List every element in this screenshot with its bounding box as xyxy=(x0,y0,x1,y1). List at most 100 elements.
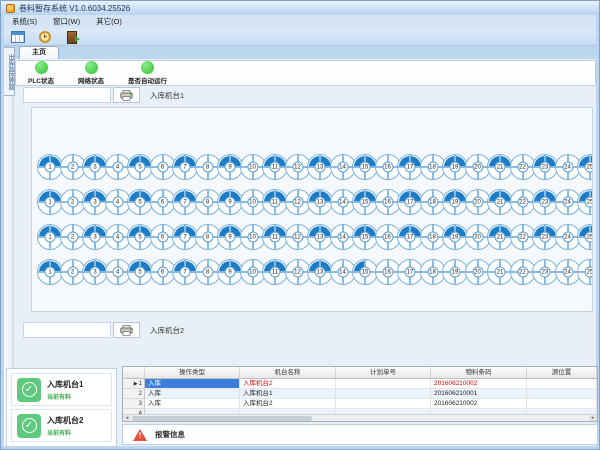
table-row[interactable]: ▶1入库入库机台2201606210002 xyxy=(123,379,597,389)
reel-number: 19 xyxy=(450,232,461,243)
scroll-right-icon[interactable]: ▸ xyxy=(589,415,597,422)
machine-card-texts: 入库机台1当前有料 xyxy=(47,379,83,401)
printer-button-machine1[interactable] xyxy=(113,87,140,103)
reel-number: 23 xyxy=(540,197,551,208)
table-icon[interactable] xyxy=(8,30,28,45)
reel-number: 2 xyxy=(67,162,78,173)
reel-number: 9 xyxy=(225,197,236,208)
status-dot-icon xyxy=(141,61,154,74)
reel-number: 14 xyxy=(337,197,348,208)
reel-number: 25 xyxy=(585,232,594,243)
reel-number: 18 xyxy=(427,197,438,208)
reel-number: 22 xyxy=(517,197,528,208)
reel-number: 11 xyxy=(270,162,281,173)
clock-icon[interactable] xyxy=(35,30,55,45)
reel-number: 12 xyxy=(292,162,303,173)
alarm-label: 报警信息 xyxy=(155,429,185,440)
reel-number: 3 xyxy=(90,162,101,173)
check-glyph: ✓ xyxy=(22,382,37,397)
reel-number: 24 xyxy=(562,232,573,243)
reel-slot-25: 25 xyxy=(577,189,593,215)
table-column-header: 机台名称 xyxy=(240,367,336,378)
reel-number: 13 xyxy=(315,197,326,208)
reel-number: 16 xyxy=(382,232,393,243)
machine-status-cards-panel: ✓ 入库机台1当前有料 ✓ 入库机台2当前有料 xyxy=(6,368,117,447)
check-icon: ✓ xyxy=(17,378,41,402)
scroll-left-icon[interactable]: ◂ xyxy=(123,415,131,422)
table-row[interactable]: 3入库入库机台2201606210002 xyxy=(123,399,597,409)
reel-number: 15 xyxy=(360,267,371,278)
side-vertical-tab[interactable]: 出库监控界面 xyxy=(4,47,15,96)
reel-number: 25 xyxy=(585,162,594,173)
reel-number: 21 xyxy=(495,232,506,243)
reel-number: 7 xyxy=(180,197,191,208)
machine-card-texts: 入库机台2当前有料 xyxy=(47,415,83,437)
machine1-reels-panel: 1234567891011121314151617181920212223242… xyxy=(31,107,593,312)
status-dot-icon xyxy=(35,61,48,74)
reel-number: 18 xyxy=(427,162,438,173)
current-row-arrow-icon: ▶ xyxy=(134,381,138,387)
reel-number: 5 xyxy=(135,197,146,208)
table-row[interactable]: 2入库入库机台1201606210001 xyxy=(123,389,597,399)
menu-item-2[interactable]: 窗口(W) xyxy=(45,15,88,29)
reel-number: 4 xyxy=(112,232,123,243)
tab-home[interactable]: 主页 xyxy=(19,46,59,59)
reel-number: 1 xyxy=(45,232,56,243)
reel-number: 14 xyxy=(337,162,348,173)
reel-number: 5 xyxy=(135,232,146,243)
reel-number: 3 xyxy=(90,197,101,208)
status-label: 是否自动运行 xyxy=(128,75,167,85)
reel-number: 4 xyxy=(112,267,123,278)
table-corner-header xyxy=(123,367,145,378)
table-cell: 入库机台2 xyxy=(240,379,336,389)
reel-number: 1 xyxy=(45,197,56,208)
reel-number: 10 xyxy=(247,232,258,243)
reel-number: 24 xyxy=(562,197,573,208)
reel-number: 5 xyxy=(135,162,146,173)
reel-number: 22 xyxy=(517,162,528,173)
reel-number: 21 xyxy=(495,197,506,208)
reel-number: 2 xyxy=(67,197,78,208)
door-icon-glyph xyxy=(67,31,77,44)
reel-number: 1 xyxy=(45,267,56,278)
reel-number: 1 xyxy=(45,162,56,173)
reel-number: 3 xyxy=(90,232,101,243)
reel-number: 6 xyxy=(157,267,168,278)
reel-number: 17 xyxy=(405,162,416,173)
reel-number: 5 xyxy=(135,267,146,278)
scrollbar-thumb[interactable] xyxy=(132,416,312,421)
reel-number: 10 xyxy=(247,197,258,208)
reel-number: 19 xyxy=(450,197,461,208)
row-header: ▶1 xyxy=(123,379,145,389)
printer-button-machine2[interactable] xyxy=(113,322,140,338)
app-window: 卷料暂存系统 V1.0.6034.25526 系统(S)窗口(W)其它(O) 主… xyxy=(0,0,600,450)
reel-number: 6 xyxy=(157,232,168,243)
machine-card-1[interactable]: ✓ 入库机台1当前有料 xyxy=(11,373,112,406)
clock-icon-glyph xyxy=(39,31,51,43)
titlebar: 卷料暂存系统 V1.0.6034.25526 xyxy=(1,1,600,15)
reel-number: 20 xyxy=(472,232,483,243)
reel-number: 6 xyxy=(157,197,168,208)
machine-card-2[interactable]: ✓ 入库机台2当前有料 xyxy=(11,409,112,442)
row-number: 3 xyxy=(139,401,142,407)
reel-number: 12 xyxy=(292,232,303,243)
exit-door-icon[interactable] xyxy=(62,30,82,45)
reel-number: 21 xyxy=(495,267,506,278)
reel-number: 11 xyxy=(270,232,281,243)
table-cell xyxy=(527,399,597,409)
check-icon: ✓ xyxy=(17,414,41,438)
reel-number: 24 xyxy=(562,162,573,173)
menu-item-1[interactable]: 系统(S) xyxy=(4,15,45,29)
table-header-row: 操作类型机台名称计划单号物料条码源位置 xyxy=(123,367,597,379)
reel-number: 20 xyxy=(472,267,483,278)
status-label: 网络状态 xyxy=(78,75,104,85)
machine-card-title: 入库机台2 xyxy=(47,415,83,426)
menu-item-3[interactable]: 其它(O) xyxy=(88,15,130,29)
table-column-header: 物料条码 xyxy=(431,367,527,378)
toolbar xyxy=(4,29,596,46)
horizontal-scrollbar[interactable]: ◂▸ xyxy=(123,414,597,421)
status-indicator-2: 网络状态 xyxy=(78,61,104,85)
reel-slot-25: 25 xyxy=(577,154,593,180)
reel-number: 12 xyxy=(292,267,303,278)
status-indicator-1: PLC状态 xyxy=(28,61,54,85)
